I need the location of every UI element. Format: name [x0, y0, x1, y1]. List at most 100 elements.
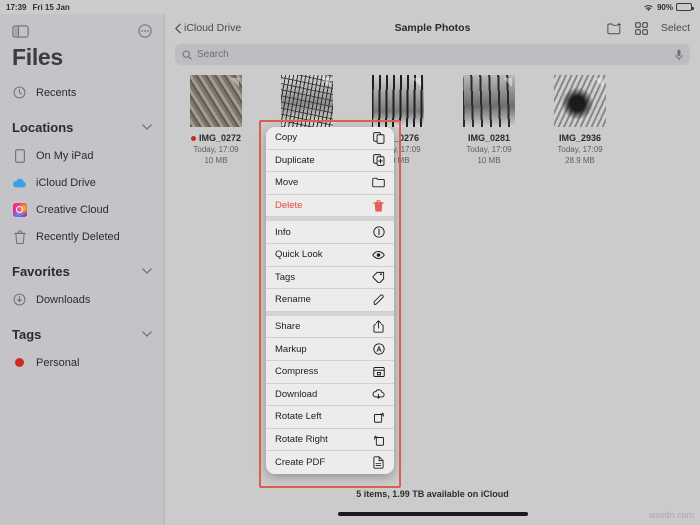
file-size: 10 MB [204, 156, 228, 165]
compress-icon [372, 365, 385, 378]
menu-item-download[interactable]: Download [266, 383, 394, 407]
sidebar-group-favorites[interactable]: Favorites [0, 256, 164, 286]
ellipsis-circle-icon[interactable] [138, 24, 152, 38]
menu-item-duplicate[interactable]: Duplicate [266, 149, 394, 173]
menu-item-compress[interactable]: Compress [266, 360, 394, 384]
menu-item-share[interactable]: Share [266, 315, 394, 339]
file-date: Today, 17:09 [557, 145, 603, 154]
ipad-icon [12, 148, 27, 163]
menu-item-label: Quick Look [275, 249, 323, 261]
sidebar-group-label: Tags [12, 326, 42, 342]
menu-item-rename[interactable]: Rename [266, 289, 394, 312]
file-item[interactable]: IMG_0272 Today, 17:09 10 MB [179, 75, 253, 165]
sidebar-group-label: Favorites [12, 263, 70, 279]
file-thumbnail[interactable] [554, 75, 606, 127]
menu-item-move[interactable]: Move [266, 172, 394, 195]
sidebar-item-label: Downloads [36, 293, 91, 306]
sidebar-group-locations[interactable]: Locations [0, 112, 164, 142]
ipad-files-app-screen: 17:39 Fri 15 Jan 90% Files Recents Locat… [0, 0, 700, 525]
menu-item-tags[interactable]: Tags [266, 266, 394, 290]
new-folder-icon[interactable] [607, 22, 622, 35]
menu-item-rotate-left[interactable]: Rotate Left [266, 406, 394, 429]
battery-percent: 90% [656, 2, 673, 12]
home-indicator [337, 512, 528, 516]
menu-item-label: Duplicate [275, 154, 315, 166]
menu-item-label: Tags [275, 271, 296, 283]
grid-view-icon[interactable] [634, 21, 648, 35]
sidebar-item-label: Recently Deleted [36, 230, 120, 243]
file-name: IMG_0272 [198, 133, 242, 143]
tag-corner-icon [593, 77, 604, 88]
file-name-row: IMG_2936 [559, 133, 601, 143]
sidebar-item-label: On My iPad [36, 149, 94, 162]
menu-item-create-pdf[interactable]: Create PDF [266, 451, 394, 474]
back-button[interactable]: iCloud Drive [175, 22, 241, 34]
status-date: Fri 15 Jan [32, 2, 70, 12]
file-item[interactable]: IMG_0281 Today, 17:09 10 MB [452, 75, 526, 165]
sidebar-item-label: Personal [36, 356, 80, 369]
menu-item-delete[interactable]: Delete [266, 194, 394, 218]
search-container: Search [165, 42, 700, 71]
sidebar-toggle-icon[interactable] [12, 24, 29, 38]
chevron-down-icon[interactable] [142, 331, 152, 337]
copy-icon [372, 131, 385, 144]
file-size: 10 MB [477, 156, 501, 165]
search-placeholder: Search [197, 49, 229, 60]
eye-icon [372, 248, 385, 261]
menu-item-label: Rotate Left [275, 411, 322, 423]
file-name-row: IMG_0272 [190, 133, 242, 143]
sidebar-item-downloads[interactable]: Downloads [0, 286, 164, 313]
tag-corner-icon [320, 77, 331, 88]
select-button[interactable]: Select [661, 22, 690, 34]
sidebar-item-recents[interactable]: Recents [0, 79, 164, 106]
menu-item-copy[interactable]: Copy [266, 127, 394, 150]
sidebar-item-label: Creative Cloud [36, 203, 109, 216]
tag-corner-icon [411, 77, 422, 88]
download-circle-icon [12, 292, 27, 307]
trash-icon [372, 199, 385, 212]
file-thumbnail[interactable] [281, 75, 333, 127]
menu-item-label: Download [275, 388, 318, 400]
chevron-down-icon[interactable] [142, 124, 152, 130]
navigation-bar: iCloud Drive Sample Photos Select [165, 14, 700, 42]
clock-icon [12, 85, 27, 100]
sidebar-item-personal-tag[interactable]: Personal [0, 349, 164, 376]
file-date: Today, 17:09 [193, 145, 239, 154]
main-content: iCloud Drive Sample Photos Select Search… [165, 14, 700, 525]
tag-corner-icon [229, 77, 240, 88]
watermark: wsxdn.com [648, 510, 694, 520]
menu-item-label: Compress [275, 366, 319, 378]
file-thumbnail[interactable] [372, 75, 424, 127]
menu-item-info[interactable]: Info [266, 221, 394, 244]
menu-item-label: Info [275, 226, 291, 238]
file-thumbnail[interactable] [463, 75, 515, 127]
sidebar-toolbar [0, 14, 164, 48]
download-cloud-icon [372, 388, 385, 401]
wifi-icon [643, 3, 654, 12]
page-title: Files [12, 44, 63, 70]
sidebar-group-label: Locations [12, 119, 74, 135]
sidebar-item-on-my-ipad[interactable]: On My iPad [0, 142, 164, 169]
sidebar-item-recently-deleted[interactable]: Recently Deleted [0, 223, 164, 250]
search-input[interactable]: Search [175, 44, 690, 65]
microphone-icon[interactable] [675, 49, 683, 61]
file-thumbnail[interactable] [190, 75, 242, 127]
file-item[interactable]: IMG_2936 Today, 17:09 28.9 MB [543, 75, 617, 165]
menu-item-rotate-right[interactable]: Rotate Right [266, 428, 394, 452]
sidebar: Files Recents Locations On My iPad iClou… [0, 14, 165, 525]
file-size: 28.9 MB [565, 156, 595, 165]
sidebar-group-tags[interactable]: Tags [0, 319, 164, 349]
rotate-right-icon [372, 433, 385, 446]
menu-item-quick-look[interactable]: Quick Look [266, 243, 394, 267]
menu-item-label: Move [275, 177, 299, 189]
menu-item-label: Rotate Right [275, 434, 328, 446]
chevron-down-icon[interactable] [142, 268, 152, 274]
share-icon [372, 320, 385, 333]
file-grid: IMG_0272 Today, 17:09 10 MB IMG_0274 Tod… [165, 71, 700, 165]
sidebar-item-creative-cloud[interactable]: Creative Cloud [0, 196, 164, 223]
sidebar-item-icloud-drive[interactable]: iCloud Drive [0, 169, 164, 196]
menu-item-markup[interactable]: Markup [266, 338, 394, 361]
trash-icon [12, 229, 27, 244]
red-dot-icon [190, 135, 196, 141]
menu-item-label: Share [275, 321, 301, 333]
